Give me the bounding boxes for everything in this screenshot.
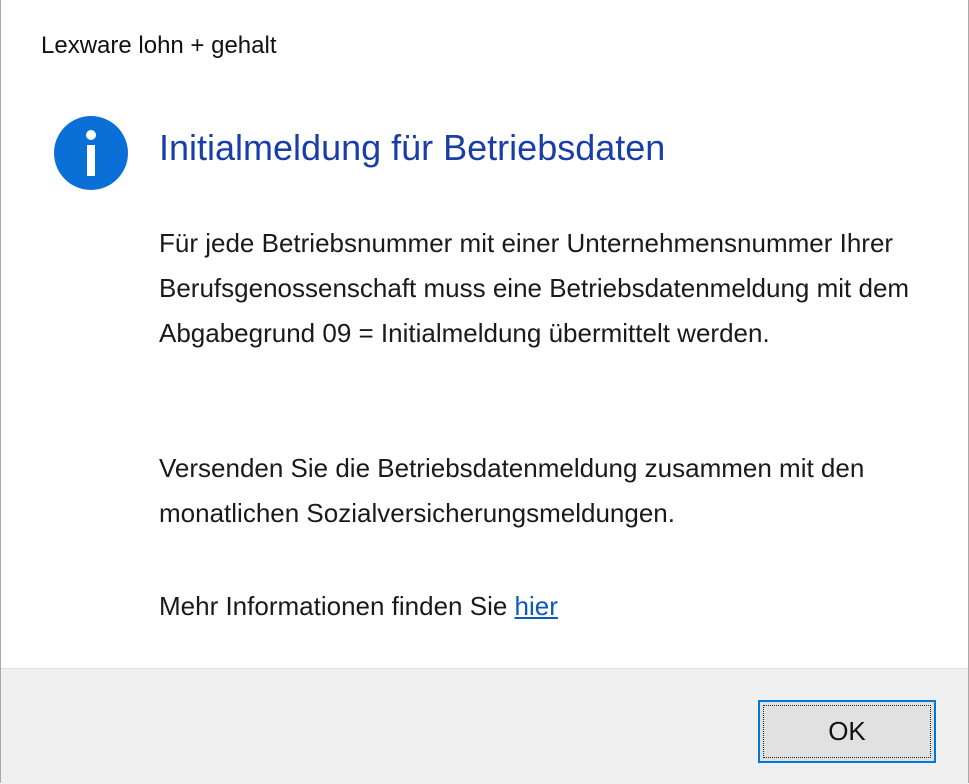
- message-paragraph-2: Versenden Sie die Betriebsdatenmeldung z…: [159, 453, 865, 528]
- dialog-window: Lexware lohn + gehalt Initialmeldung für…: [0, 0, 969, 784]
- info-icon: [53, 115, 129, 191]
- button-bar: OK: [1, 668, 968, 784]
- window-title: Lexware lohn + gehalt: [41, 32, 277, 59]
- title-bar[interactable]: Lexware lohn + gehalt: [1, 0, 968, 90]
- more-info-link[interactable]: hier: [515, 591, 558, 621]
- message-paragraph-1: Für jede Betriebsnummer mit einer Untern…: [159, 228, 910, 348]
- ok-button[interactable]: OK: [758, 700, 936, 763]
- more-info-text: Mehr Informationen finden Sie: [159, 591, 515, 621]
- ok-button-label: OK: [828, 716, 866, 746]
- dialog-heading: Initialmeldung für Betriebsdaten: [159, 127, 666, 168]
- more-info-line: Mehr Informationen finden Sie hier: [159, 584, 949, 629]
